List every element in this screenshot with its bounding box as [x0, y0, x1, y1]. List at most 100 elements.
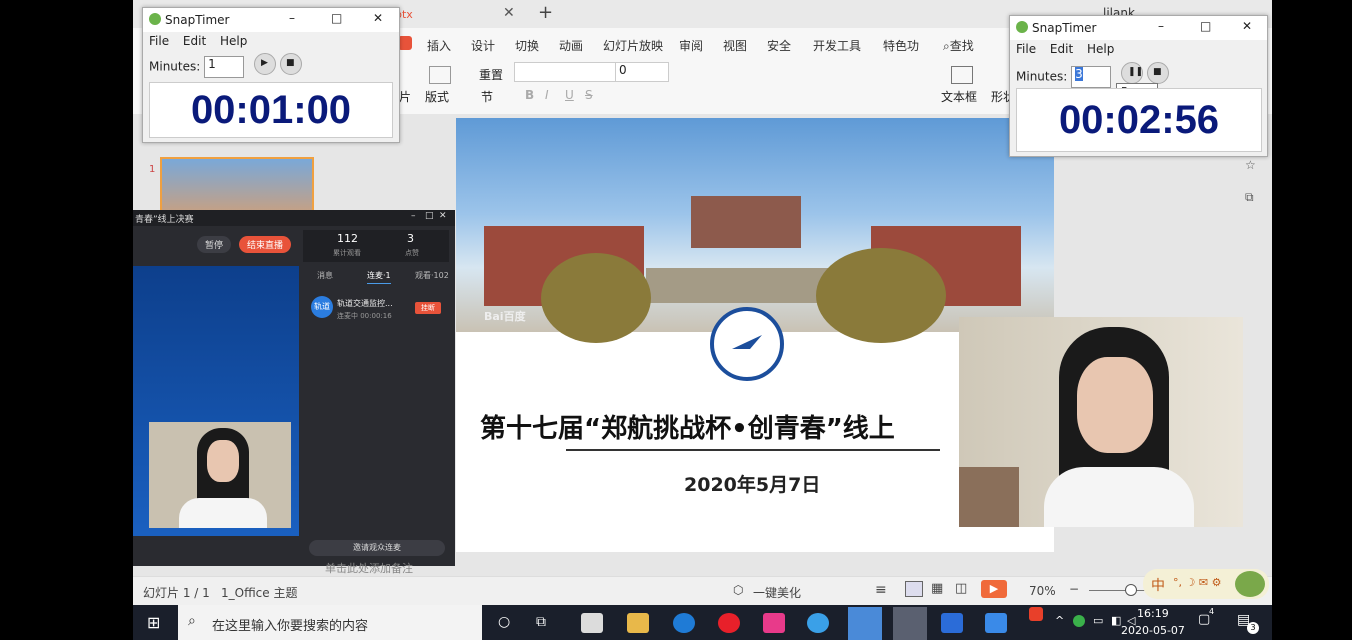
section-button[interactable]: 节 [481, 88, 493, 105]
normal-view-icon[interactable] [905, 581, 923, 597]
clock-time[interactable]: 16:19 [1137, 607, 1169, 620]
menu-help[interactable]: Help [220, 34, 247, 48]
ime-tools-icons[interactable]: °, ☽ ✉ ⚙ [1173, 576, 1221, 589]
tab-animation[interactable]: 动画 [559, 37, 583, 54]
right-letterbox [1272, 0, 1352, 640]
menu-edit[interactable]: Edit [1050, 42, 1073, 56]
tab-features[interactable]: 特色功 [883, 37, 919, 54]
menu-edit[interactable]: Edit [183, 34, 206, 48]
viewer-label: 累计观看 [333, 249, 361, 257]
reset-button[interactable]: 重置 [479, 66, 503, 83]
menu-help[interactable]: Help [1087, 42, 1114, 56]
underline-button[interactable]: U [565, 88, 574, 102]
snaptimer-app-icon [149, 13, 161, 25]
zoom-slider[interactable] [1089, 590, 1149, 591]
minimize-icon[interactable]: – [1158, 19, 1164, 33]
minimize-icon[interactable]: – [411, 211, 416, 221]
minutes-spinner[interactable]: 1 [204, 56, 245, 78]
netease-music-icon[interactable] [718, 613, 740, 633]
home-tab-icon[interactable] [398, 36, 412, 50]
tab-design[interactable]: 设计 [471, 37, 495, 54]
pin-icon[interactable]: ☆ [1245, 158, 1256, 172]
pause-stream-button[interactable]: 暂停 [197, 236, 232, 253]
menu-file[interactable]: File [1016, 42, 1036, 56]
tab-view[interactable]: 视图 [723, 37, 747, 54]
snaptimer-taskbar-icon[interactable] [893, 607, 927, 640]
font-name-input[interactable] [514, 62, 616, 82]
tree-left [541, 253, 651, 343]
textbox-icon[interactable] [951, 66, 973, 84]
live-app-taskbar-icon[interactable] [985, 613, 1007, 633]
pinwheel-app-icon[interactable] [581, 613, 603, 633]
end-stream-button[interactable]: 结束直播 [239, 236, 292, 253]
zoom-level[interactable]: 70% [1029, 584, 1056, 598]
feishu-app-icon[interactable] [848, 607, 882, 640]
tray-green-icon[interactable] [1073, 615, 1085, 627]
layout-icon[interactable] [429, 66, 451, 84]
notes-placeholder[interactable]: 单击此处添加备注 [325, 560, 413, 576]
tab-viewers[interactable]: 观看·102 [415, 270, 449, 281]
bold-button[interactable]: B [525, 88, 534, 102]
copy-icon[interactable]: ⧉ [1245, 190, 1254, 205]
task-view-icon[interactable]: ⧉ [536, 614, 546, 630]
stop-button[interactable]: ■ [280, 53, 302, 75]
tab-review[interactable]: 审阅 [679, 37, 703, 54]
strike-button[interactable]: S [585, 88, 593, 102]
play-button[interactable]: ▶ [254, 53, 276, 75]
close-icon[interactable]: ✕ [1242, 19, 1252, 33]
stop-button[interactable]: ■ [1147, 62, 1169, 84]
windows-start-icon[interactable]: ⊞ [147, 613, 160, 632]
invite-audience-button[interactable]: 邀请观众连麦 [309, 540, 445, 556]
maximize-icon[interactable]: □ [425, 211, 434, 221]
ime-language[interactable]: 中 [1151, 575, 1165, 595]
clock-date[interactable]: 2020-05-07 [1121, 624, 1185, 637]
caller-name: 轨道交通监控... [337, 299, 393, 308]
wps-taskbar-icon[interactable] [941, 613, 963, 633]
video-app-icon[interactable] [763, 613, 785, 633]
menu-file[interactable]: File [149, 34, 169, 48]
tab-insert[interactable]: 插入 [427, 37, 451, 54]
tab-connect[interactable]: 连麦·1 [367, 270, 391, 284]
file-explorer-icon[interactable] [627, 613, 649, 633]
tab-devtools[interactable]: 开发工具 [813, 37, 861, 54]
tab-messages[interactable]: 消息 [317, 270, 333, 281]
tab-security[interactable]: 安全 [767, 37, 791, 54]
edge-icon[interactable] [673, 613, 695, 633]
minimize-icon[interactable]: – [289, 11, 295, 25]
notes-icon[interactable]: ≡ [875, 582, 887, 598]
minutes-spinner[interactable]: 3 [1071, 66, 1112, 88]
minutes-label: Minutes: [149, 59, 201, 74]
snaptimer-menubar: File Edit Help [149, 34, 257, 48]
close-icon[interactable]: ✕ [439, 211, 447, 221]
play-slideshow-button[interactable]: ▶ [981, 580, 1007, 598]
taskbar-search-box[interactable]: ⌕ 在这里输入你要搜索的内容 [178, 605, 482, 640]
hangup-button[interactable]: 挂断 [415, 302, 441, 314]
pic-label: 片 [399, 90, 412, 104]
cortana-icon[interactable]: ○ [498, 614, 510, 630]
pause-button[interactable]: ❚❚ [1121, 62, 1143, 84]
zoom-slider-thumb[interactable] [1125, 584, 1137, 596]
italic-button[interactable]: I [545, 88, 549, 102]
tab-transition[interactable]: 切换 [515, 37, 539, 54]
ie-icon[interactable] [807, 613, 829, 633]
close-tab-icon[interactable]: ✕ [503, 5, 515, 21]
slide-thumbnail[interactable] [160, 157, 314, 217]
zoom-out-button[interactable]: − [1069, 582, 1079, 596]
tray-app-icon[interactable] [1029, 607, 1043, 621]
textbox-button[interactable]: 文本框 [941, 88, 977, 105]
live-controls: 暂停 结束直播 [133, 226, 301, 266]
beautify-button[interactable]: 一键美化 [753, 584, 801, 601]
network-icon[interactable]: ◧ [1111, 614, 1121, 627]
tab-slideshow[interactable]: 幻灯片放映 [603, 37, 663, 54]
new-tab-button[interactable]: + [538, 2, 553, 23]
layout-button[interactable]: 版式 [425, 88, 449, 105]
reading-view-icon[interactable]: ◫ [955, 581, 967, 596]
maximize-icon[interactable]: □ [1200, 19, 1211, 33]
maximize-icon[interactable]: □ [331, 11, 342, 25]
battery-icon[interactable]: ▭ [1093, 614, 1103, 627]
sorter-view-icon[interactable]: ▦ [931, 581, 943, 596]
close-icon[interactable]: ✕ [373, 11, 383, 25]
search-tab[interactable]: ⌕查找 [943, 37, 974, 54]
font-size-input[interactable]: 0 [615, 62, 669, 82]
tray-expand-icon[interactable]: ^ [1055, 614, 1064, 627]
